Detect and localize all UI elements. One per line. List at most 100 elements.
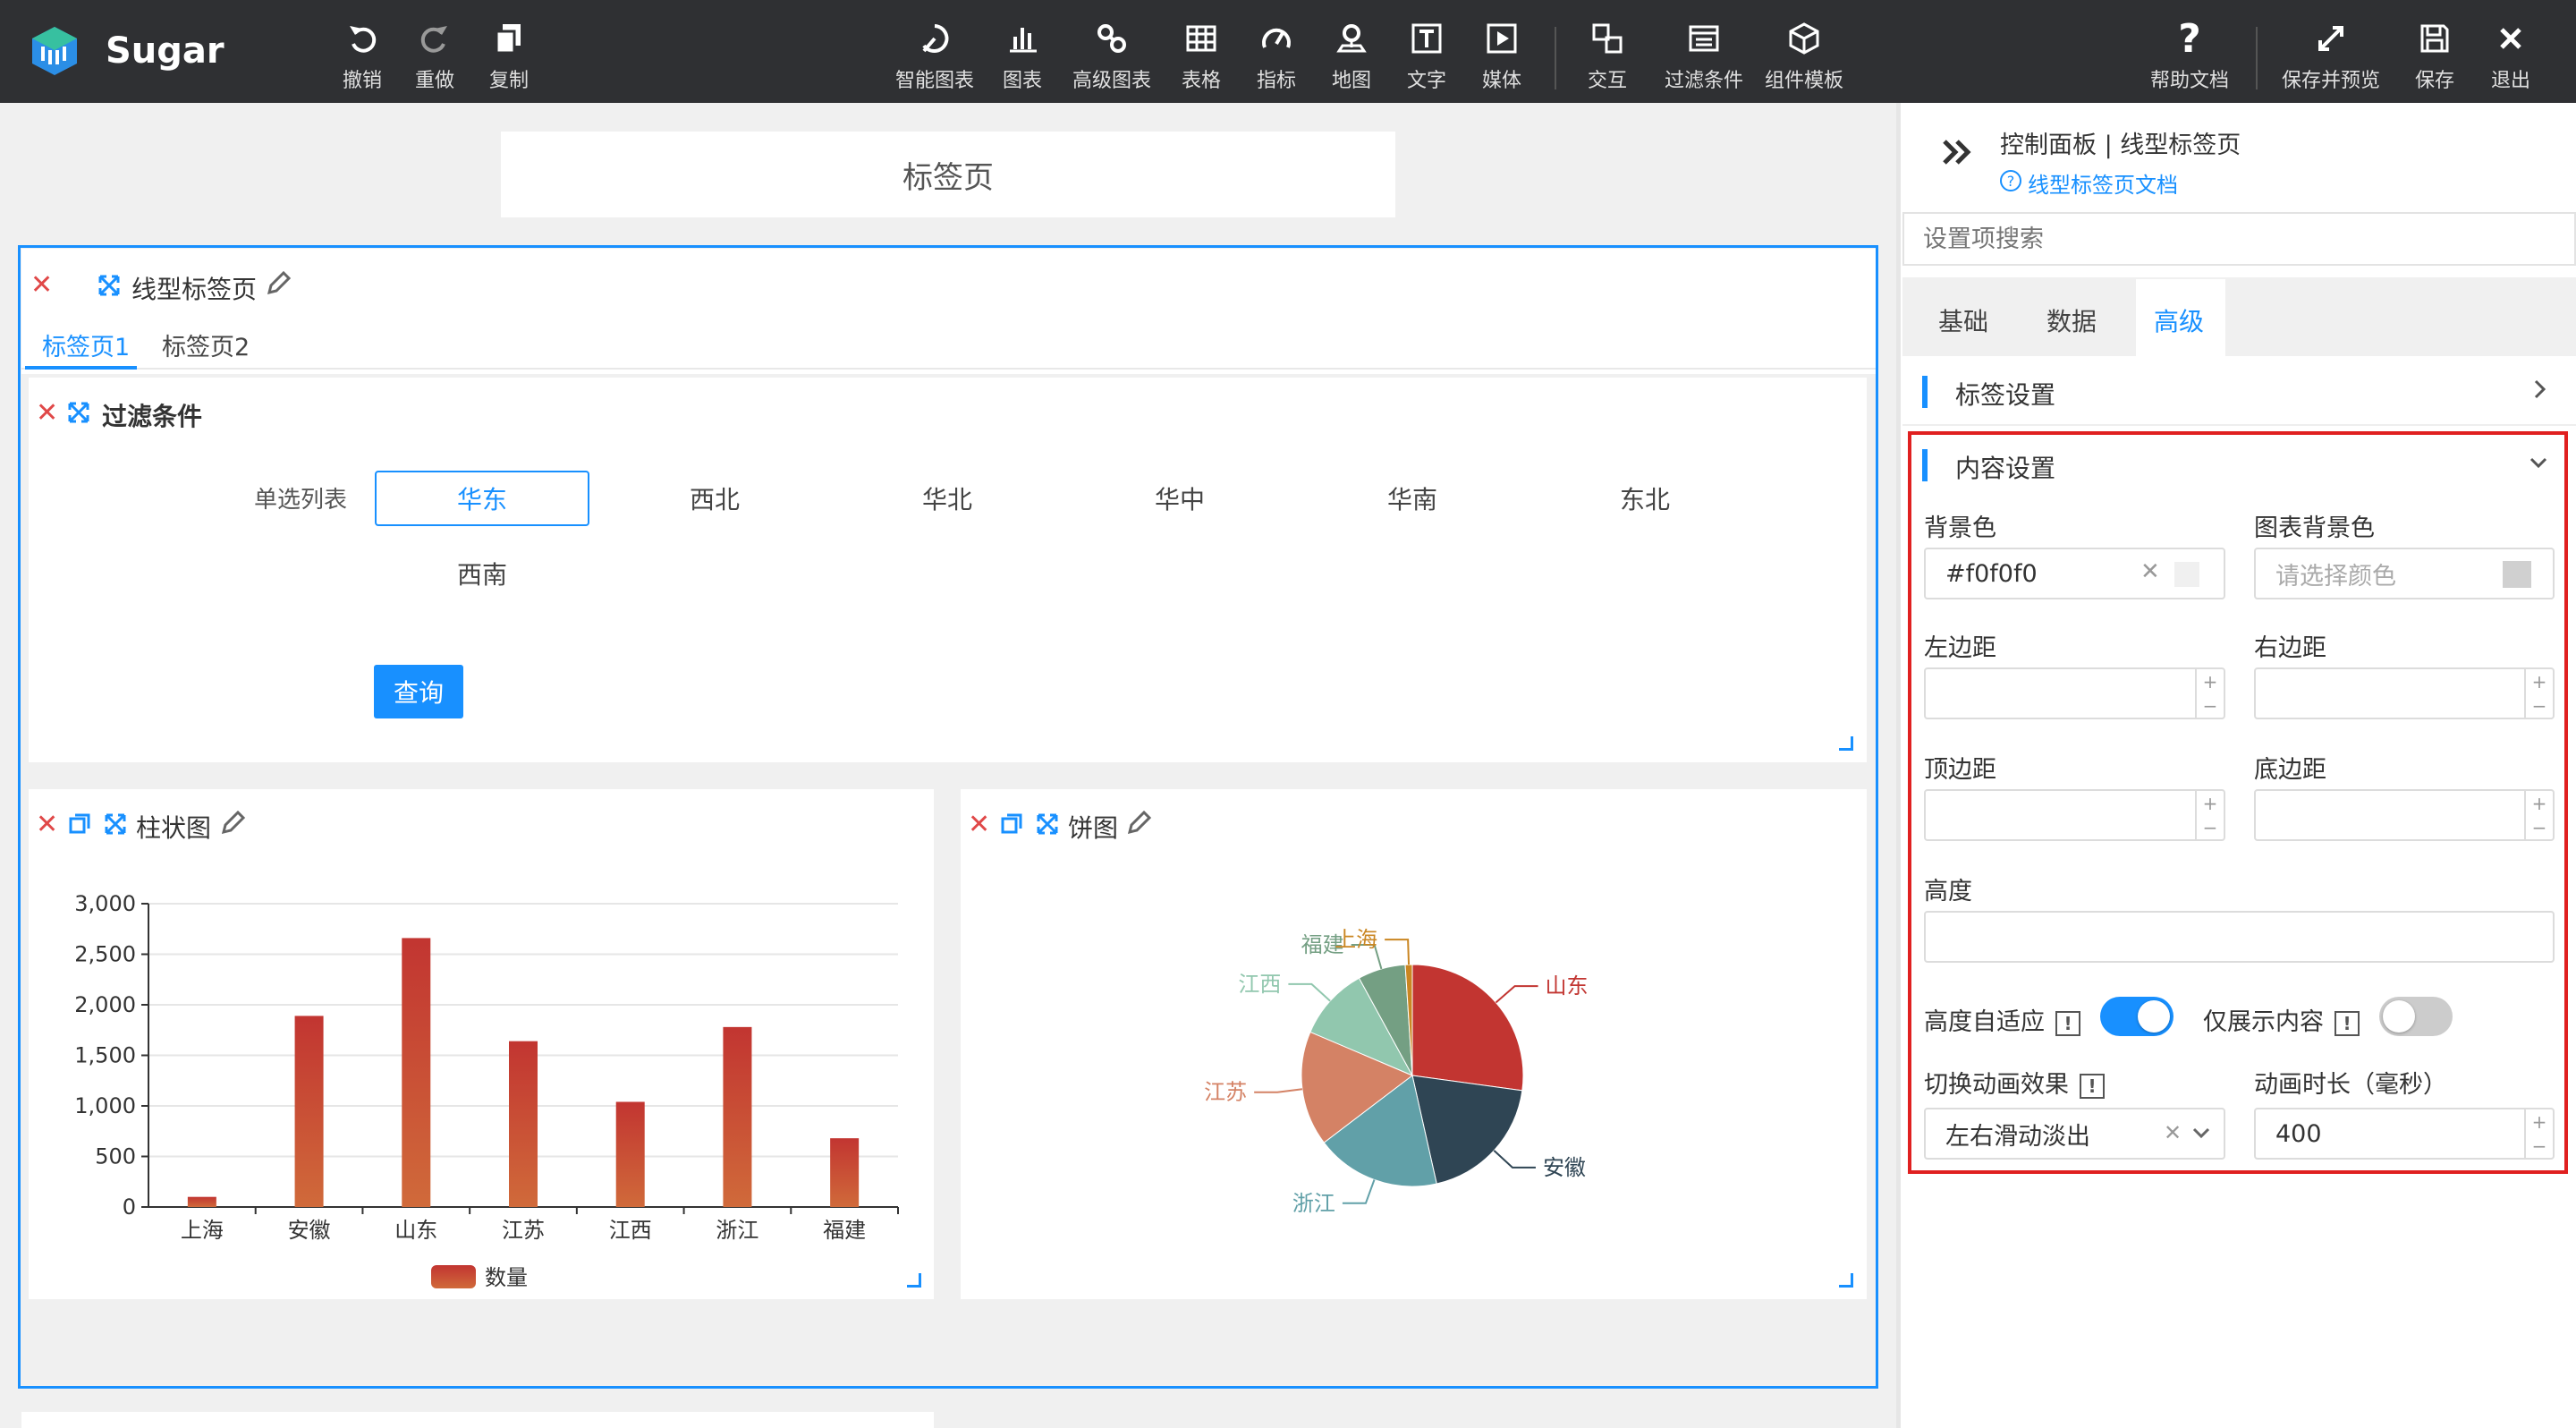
media-button[interactable]: 媒体: [1462, 18, 1542, 93]
filter-option-huanan[interactable]: 华南: [1305, 471, 1520, 526]
switch-animation-help-icon[interactable]: !: [2080, 1073, 2105, 1099]
chevron-right-icon[interactable]: [2531, 376, 2549, 406]
panel-tab-advanced[interactable]: 高级: [2154, 302, 2204, 338]
bar-mark[interactable]: [723, 1026, 752, 1207]
chart-bg-color-input[interactable]: 请选择颜色: [2254, 548, 2555, 599]
filter-option-dongbei[interactable]: 东北: [1538, 471, 1752, 526]
pie-label-line: [1495, 985, 1538, 1004]
page-title[interactable]: 标签页: [501, 132, 1395, 217]
top-margin-input[interactable]: + −: [1924, 789, 2225, 841]
filter-option-huabei[interactable]: 华北: [840, 471, 1055, 526]
redo-button[interactable]: 重做: [394, 18, 475, 93]
undo-label: 撤销: [342, 70, 382, 92]
chart-button[interactable]: 图表: [982, 18, 1063, 93]
bar-legend-label[interactable]: 数量: [485, 1265, 528, 1290]
chevron-down-icon[interactable]: [2526, 455, 2551, 476]
right-margin-stepper[interactable]: + −: [2524, 669, 2553, 718]
advanced-chart-button[interactable]: 高级图表: [1072, 18, 1152, 93]
color-swatch[interactable]: [2174, 562, 2199, 587]
pie-expand-icon[interactable]: [1035, 812, 1060, 840]
bar-mark[interactable]: [402, 938, 431, 1207]
auto-height-toggle[interactable]: [2100, 997, 2174, 1036]
auto-height-help-icon[interactable]: !: [2055, 1010, 2080, 1036]
bar-resize-handle[interactable]: [907, 1273, 921, 1288]
map-button[interactable]: 地图: [1311, 18, 1392, 93]
clear-icon[interactable]: ✕: [2140, 558, 2160, 585]
brand: Sugar: [27, 23, 225, 79]
section-marker: [1922, 376, 1928, 408]
height-input[interactable]: [1924, 911, 2555, 963]
bg-color-input[interactable]: #f0f0f0 ✕: [1924, 548, 2225, 599]
left-margin-input[interactable]: + −: [1924, 667, 2225, 719]
filter-label: 过滤条件: [1664, 70, 1743, 92]
pie-resize-handle[interactable]: [1839, 1273, 1853, 1288]
exit-button[interactable]: 退出: [2470, 18, 2551, 93]
bar-copy-icon[interactable]: [68, 812, 91, 839]
filter-option-huazhong[interactable]: 华中: [1072, 471, 1287, 526]
animation-duration-input[interactable]: 400 + −: [2254, 1108, 2555, 1160]
pie-copy-icon[interactable]: [1000, 812, 1023, 839]
pie-slice-label: 浙江: [1292, 1191, 1335, 1216]
bar-chart-title: 柱状图: [136, 813, 212, 843]
right-margin-input[interactable]: + −: [2254, 667, 2555, 719]
filter-option-xinan[interactable]: 西南: [375, 546, 589, 601]
bar-mark[interactable]: [509, 1041, 538, 1207]
top-margin-stepper[interactable]: + −: [2195, 791, 2224, 839]
interaction-button[interactable]: 交互: [1567, 18, 1648, 93]
delete-icon[interactable]: ✕: [30, 272, 53, 299]
undo-button[interactable]: 撤销: [322, 18, 402, 93]
filter-delete-icon[interactable]: ✕: [36, 400, 58, 427]
edit-pencil-icon[interactable]: [265, 270, 292, 301]
panel-tab-basic[interactable]: 基础: [1938, 302, 1988, 338]
tab-active-indicator: [25, 366, 137, 370]
select-chevron-down-icon[interactable]: [2190, 1117, 2212, 1155]
panel-doc-link[interactable]: 线型标签页文档: [2028, 167, 2178, 199]
smart-chart-button[interactable]: 智能图表: [894, 18, 975, 93]
animation-duration-stepper[interactable]: + −: [2524, 1109, 2553, 1158]
tab-2[interactable]: 标签页2: [162, 327, 250, 362]
filter-option-xibei[interactable]: 西北: [607, 471, 822, 526]
component-template-button[interactable]: 组件模板: [1755, 18, 1853, 93]
chart-bg-color-swatch[interactable]: [2503, 561, 2531, 588]
left-margin-stepper[interactable]: + −: [2195, 669, 2224, 718]
bar-mark[interactable]: [615, 1101, 645, 1207]
filter-option-huadong[interactable]: 华东: [375, 471, 589, 526]
bar-mark[interactable]: [187, 1196, 216, 1207]
bar-delete-icon[interactable]: ✕: [36, 812, 58, 838]
tab-1[interactable]: 标签页1: [42, 327, 130, 362]
bottom-margin-stepper[interactable]: + −: [2524, 791, 2553, 839]
pie-delete-icon[interactable]: ✕: [968, 812, 990, 838]
bar-expand-icon[interactable]: [103, 812, 128, 840]
save-preview-button[interactable]: 保存并预览: [2277, 18, 2385, 93]
help-button[interactable]: ? 帮助文档: [2148, 16, 2231, 93]
bar-y-tick-label: 1,000: [74, 1093, 136, 1118]
query-button[interactable]: 查询: [374, 665, 463, 718]
copy-button[interactable]: 复制: [469, 18, 549, 93]
settings-search-input[interactable]: [1923, 219, 2549, 259]
expand-icon[interactable]: [97, 273, 122, 302]
bar-mark[interactable]: [294, 1016, 324, 1207]
pie-edit-pencil-icon[interactable]: [1125, 810, 1152, 840]
tabs-component-title: 线型标签页: [131, 275, 258, 304]
select-clear-icon[interactable]: ✕: [2164, 1120, 2182, 1145]
collapse-panel-icon[interactable]: [1939, 134, 1977, 174]
section-tab-settings[interactable]: 标签设置: [1955, 376, 2055, 412]
filter-button[interactable]: 过滤条件: [1655, 18, 1753, 93]
save-button[interactable]: 保存: [2394, 18, 2475, 93]
bar-mark[interactable]: [830, 1138, 860, 1207]
bar-edit-pencil-icon[interactable]: [219, 810, 246, 840]
map-pin-icon: [1331, 18, 1372, 59]
panel-tab-data[interactable]: 数据: [2046, 302, 2097, 338]
section-content-settings[interactable]: 内容设置: [1955, 449, 2055, 485]
content-only-toggle[interactable]: [2379, 997, 2453, 1036]
metric-button[interactable]: 指标: [1236, 18, 1317, 93]
switch-animation-select[interactable]: 左右滑动淡出 ✕: [1924, 1108, 2225, 1160]
pie-slice[interactable]: [1411, 964, 1524, 1092]
filter-expand-icon[interactable]: [66, 400, 91, 429]
text-button[interactable]: 文字: [1386, 18, 1467, 93]
bottom-margin-input[interactable]: + −: [2254, 789, 2555, 841]
bar-legend-swatch[interactable]: [431, 1265, 476, 1288]
resize-handle[interactable]: [1839, 736, 1853, 751]
table-button[interactable]: 表格: [1161, 18, 1241, 93]
content-only-help-icon[interactable]: !: [2334, 1010, 2360, 1036]
